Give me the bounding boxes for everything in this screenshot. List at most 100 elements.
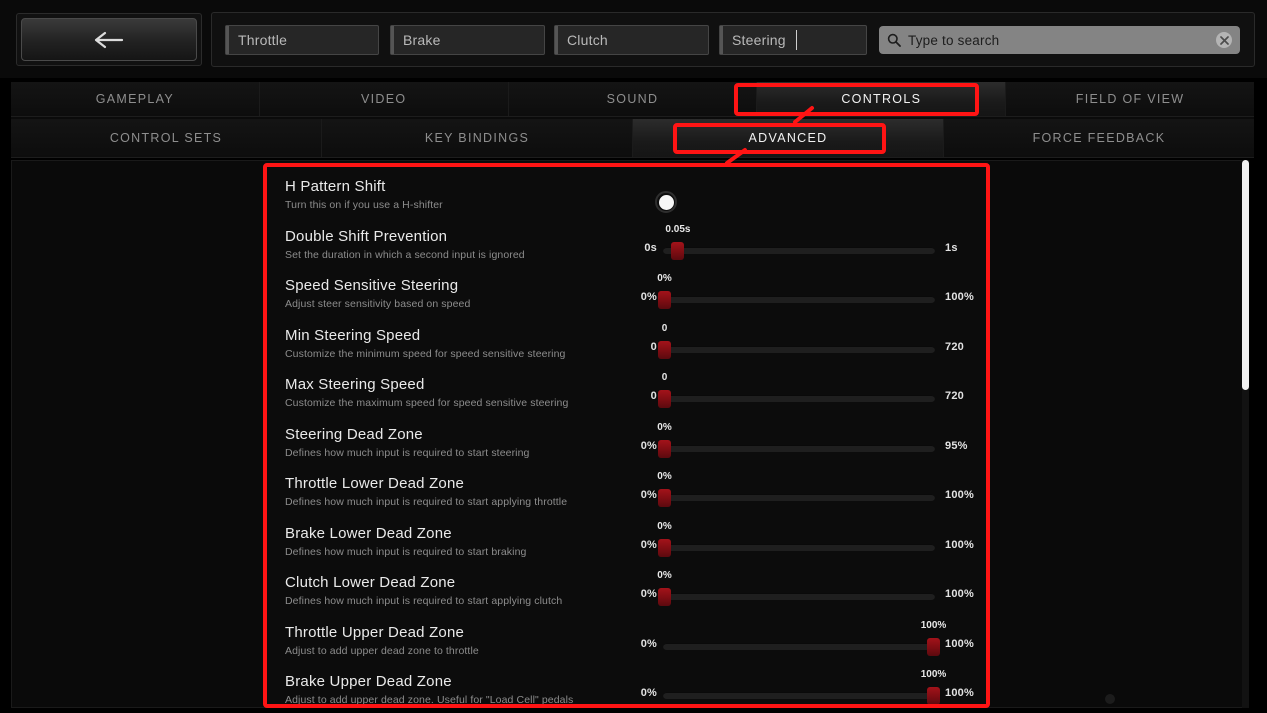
slider-max-label: 720 [945, 390, 964, 402]
slider-min-label: 0% [640, 291, 657, 303]
tab-sound[interactable]: SOUND [508, 82, 758, 116]
settings-row: Speed Sensitive Steering Adjust steer sen… [265, 269, 988, 319]
slider-min-label: 0 [650, 390, 657, 402]
tab-key-bindings[interactable]: KEY BINDINGS [322, 119, 633, 157]
settings-row: Throttle Upper Dead Zone Adjust to add up… [265, 616, 988, 666]
setting-slider[interactable]: 0 0 720 [265, 319, 988, 369]
tab-field-of-view[interactable]: FIELD OF VIEW [1006, 82, 1254, 116]
slider-handle[interactable] [658, 439, 671, 458]
slider-handle[interactable] [658, 489, 671, 507]
slider-value-label: 0% [657, 471, 672, 482]
slider-max-label: 1s [945, 241, 958, 254]
slider-handle[interactable] [927, 687, 940, 705]
setting-slider[interactable]: 0% 100% 100% [265, 665, 988, 707]
setting-slider[interactable]: 0 0 720 [265, 368, 988, 418]
slider-min-label: 0s [644, 241, 657, 254]
slider-value-label: 100% [920, 619, 947, 631]
settings-row: Max Steering Speed Customize the maximum … [265, 368, 988, 418]
setting-slider[interactable]: 0s 0.05s 1s [265, 220, 988, 270]
input-field-throttle[interactable]: Throttle [225, 25, 379, 55]
slider-handle[interactable] [658, 291, 671, 309]
tab-label: FIELD OF VIEW [1075, 92, 1185, 106]
slider-track[interactable] [663, 593, 935, 600]
slider-min-label: 0% [640, 439, 657, 452]
scroll-nub-icon [1105, 694, 1115, 704]
slider-max-label: 100% [945, 489, 974, 501]
slider-max-label: 100% [945, 538, 974, 551]
settings-panel: H Pattern Shift Turn this on if you use a… [265, 162, 988, 707]
tab-label: FORCE FEEDBACK [1032, 131, 1166, 145]
setting-slider[interactable]: 0% 0% 100% [265, 467, 988, 517]
tab-label: CONTROLS [841, 92, 922, 106]
setting-slider[interactable]: 0% 100% 100% [265, 616, 988, 666]
tab-gameplay[interactable]: GAMEPLAY [11, 82, 260, 116]
slider-max-label: 100% [945, 637, 974, 650]
tab-video[interactable]: VIDEO [259, 82, 509, 116]
slider-track[interactable] [663, 543, 935, 551]
toggle-knob [658, 194, 674, 210]
input-field-steering[interactable]: Steering [719, 25, 867, 55]
slider-max-label: 100% [945, 588, 974, 600]
setting-title: H Pattern Shift [285, 178, 386, 195]
search-placeholder: Type to search [908, 32, 1000, 48]
slider-handle[interactable] [671, 241, 685, 260]
slider-handle[interactable] [927, 637, 940, 656]
slider-track[interactable] [663, 444, 935, 452]
slider-track[interactable] [663, 246, 935, 254]
setting-slider[interactable]: 0% 0% 100% [265, 269, 988, 319]
settings-row: Brake Lower Dead Zone Defines how much in… [265, 517, 988, 567]
slider-value-label: 0 [661, 322, 668, 334]
input-field-label: Throttle [238, 32, 288, 48]
input-field-clutch[interactable]: Clutch [554, 25, 709, 55]
input-field-label: Clutch [567, 32, 608, 48]
tab-advanced[interactable]: ADVANCED [633, 119, 944, 157]
slider-max-label: 720 [945, 340, 964, 353]
back-button[interactable] [21, 18, 197, 61]
tab-control-sets[interactable]: CONTROL SETS [11, 119, 322, 157]
slider-value-label: 100% [920, 669, 947, 680]
slider-max-label: 95% [945, 439, 968, 452]
tab-force-feedback[interactable]: FORCE FEEDBACK [944, 119, 1254, 157]
slider-value-label: 0% [657, 421, 672, 433]
scrollbar-thumb[interactable] [1242, 160, 1249, 390]
setting-slider[interactable]: 0% 0% 100% [265, 517, 988, 567]
setting-slider[interactable]: 0% 0% 100% [265, 566, 988, 616]
slider-track[interactable] [663, 296, 935, 303]
setting-description: Turn this on if you use a H-shifter [285, 199, 443, 211]
slider-value-label: 0% [657, 520, 672, 532]
tab-label: SOUND [606, 92, 659, 106]
settings-row: Steering Dead Zone Defines how much input… [265, 418, 988, 468]
slider-handle[interactable] [658, 538, 671, 557]
slider-min-label: 0% [640, 687, 657, 699]
slider-handle[interactable] [658, 588, 671, 606]
tab-label: CONTROL SETS [109, 131, 223, 145]
primary-tab-row: GAMEPLAY VIDEO SOUND CONTROLS FIELD OF V… [11, 82, 1254, 117]
close-icon[interactable] [1216, 32, 1232, 48]
settings-row: H Pattern Shift Turn this on if you use a… [265, 170, 988, 220]
tab-controls[interactable]: CONTROLS [757, 82, 1007, 116]
slider-track[interactable] [663, 494, 935, 501]
setting-toggle[interactable] [655, 191, 677, 213]
slider-handle[interactable] [658, 340, 671, 359]
slider-min-label: 0% [640, 588, 657, 600]
tab-label: ADVANCED [748, 131, 828, 145]
slider-min-label: 0% [640, 637, 657, 650]
setting-slider[interactable]: 0% 0% 95% [265, 418, 988, 468]
slider-value-label: 0.05s [665, 223, 691, 235]
slider-track[interactable] [663, 692, 935, 699]
input-field-brake[interactable]: Brake [390, 25, 545, 55]
settings-row: Min Steering Speed Customize the minimum … [265, 319, 988, 369]
slider-min-label: 0% [640, 538, 657, 551]
slider-value-label: 0% [657, 570, 672, 581]
settings-row: Clutch Lower Dead Zone Defines how much i… [265, 566, 988, 616]
arrow-left-icon [94, 31, 124, 48]
slider-track[interactable] [663, 395, 935, 402]
settings-row: Brake Upper Dead Zone Adjust to add upper… [265, 665, 988, 707]
slider-handle[interactable] [658, 390, 671, 408]
search-input[interactable]: Type to search [879, 26, 1240, 54]
app-window: Throttle Brake Clutch Steering Type to s… [0, 0, 1267, 713]
slider-max-label: 100% [945, 291, 974, 303]
slider-track[interactable] [663, 642, 935, 650]
slider-track[interactable] [663, 345, 935, 353]
tab-label: KEY BINDINGS [424, 131, 530, 145]
